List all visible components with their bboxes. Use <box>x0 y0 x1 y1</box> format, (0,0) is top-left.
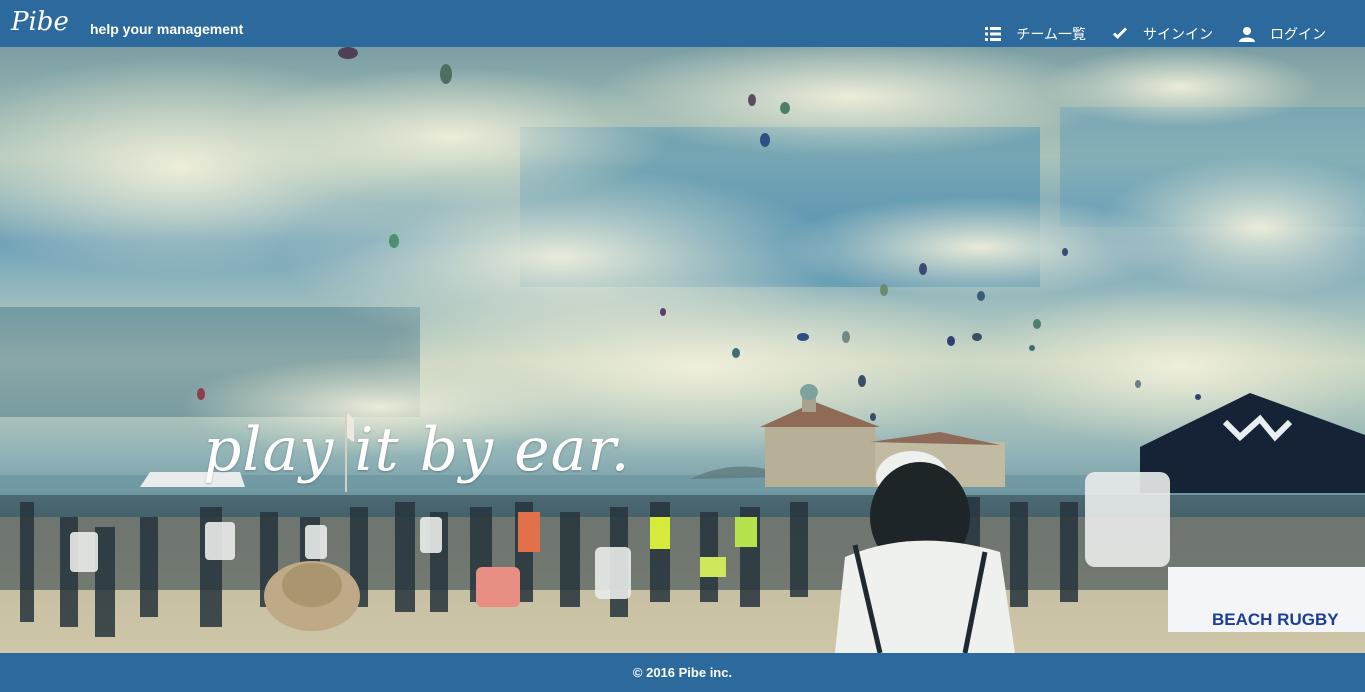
nav-item-signin[interactable]: サインイン <box>1112 25 1213 43</box>
list-icon <box>985 27 1002 41</box>
top-navbar: Pibe help your management チーム一覧 サインイン ログ… <box>0 0 1365 47</box>
hero-image: BEACH RUGBY play it by ear. <box>0 47 1365 653</box>
beach-rugby-photo: BEACH RUGBY <box>0 47 1365 653</box>
nav-item-team-list[interactable]: チーム一覧 <box>985 25 1086 43</box>
tagline: help your management <box>90 21 244 37</box>
nav-item-label: サインイン <box>1143 26 1213 42</box>
nav-item-login[interactable]: ログイン <box>1239 25 1326 43</box>
brand-logo[interactable]: Pibe <box>11 8 69 36</box>
copyright-text: © 2016 Pibe inc. <box>632 665 733 680</box>
hero-slogan: play it by ear. <box>203 415 631 485</box>
footer: © 2016 Pibe inc. <box>0 653 1365 692</box>
nav-item-label: ログイン <box>1270 26 1326 42</box>
nav-links: チーム一覧 サインイン ログイン <box>959 25 1326 43</box>
banner-text: BEACH RUGBY <box>1212 610 1339 629</box>
nav-item-label: チーム一覧 <box>1016 26 1086 42</box>
user-icon <box>1239 27 1255 42</box>
checkmark-icon <box>1113 27 1127 39</box>
